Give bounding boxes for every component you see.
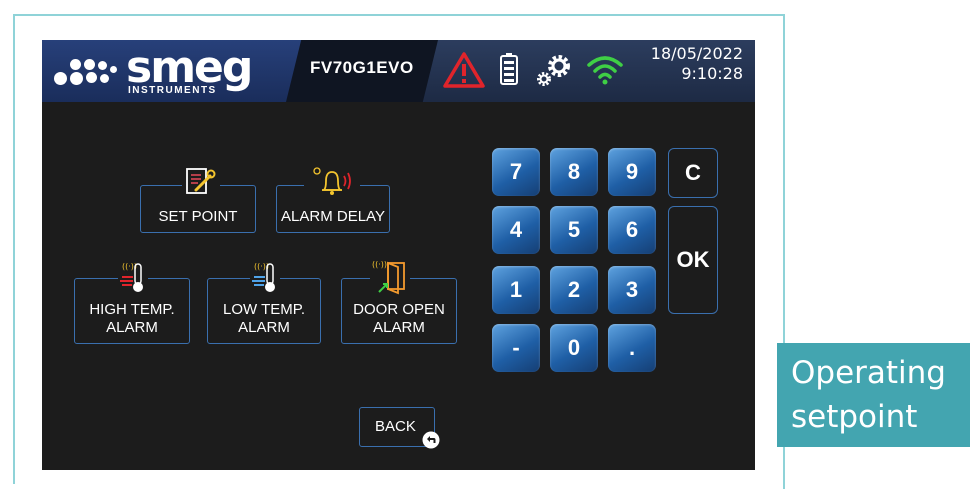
wifi-icon[interactable] <box>586 52 624 86</box>
low-temp-thermometer-icon: ((·)) <box>250 260 280 294</box>
key-5[interactable]: 5 <box>550 206 598 254</box>
key-2[interactable]: 2 <box>550 266 598 314</box>
battery-icon <box>500 53 518 85</box>
callout-line2: setpoint <box>791 399 918 435</box>
svg-text:((·)): ((·)) <box>372 260 387 269</box>
set-point-label: SET POINT <box>158 208 238 225</box>
ok-button[interactable]: OK <box>668 206 718 314</box>
door-open-label-line2: ALARM <box>373 319 425 336</box>
settings-document-icon <box>182 168 220 196</box>
device-screen: smeg INSTRUMENTS FV70G1EVO 18/05/2022 9:… <box>42 40 755 470</box>
low-temp-label-line2: ALARM <box>238 319 290 336</box>
low-temp-label-line1: LOW TEMP. <box>223 301 305 318</box>
high-temp-label-line1: HIGH TEMP. <box>89 301 175 318</box>
high-temp-thermometer-icon: ((·)) <box>118 260 148 294</box>
key-9[interactable]: 9 <box>608 148 656 196</box>
back-arrow-icon <box>422 431 440 449</box>
key-1[interactable]: 1 <box>492 266 540 314</box>
logo-subtitle: INSTRUMENTS <box>128 85 217 96</box>
door-open-icon: ((·)) <box>370 258 410 298</box>
time-text: 9:10:28 <box>681 64 743 83</box>
key-4[interactable]: 4 <box>492 206 540 254</box>
clear-button[interactable]: C <box>668 148 718 198</box>
key-0[interactable]: 0 <box>550 324 598 372</box>
datetime-display: 18/05/2022 9:10:28 <box>651 44 743 84</box>
key-7[interactable]: 7 <box>492 148 540 196</box>
callout-line1: Operating <box>791 355 946 391</box>
operating-setpoint-callout: Operating setpoint <box>777 343 970 447</box>
back-label: BACK <box>375 418 416 435</box>
high-temp-label-line2: ALARM <box>106 319 158 336</box>
bell-icon <box>304 166 360 196</box>
key-minus[interactable]: - <box>492 324 540 372</box>
date-text: 18/05/2022 <box>650 44 743 63</box>
settings-gears-icon[interactable] <box>535 52 575 88</box>
key-8[interactable]: 8 <box>550 148 598 196</box>
key-3[interactable]: 3 <box>608 266 656 314</box>
alarm-delay-label: ALARM DELAY <box>281 208 385 225</box>
key-dot[interactable]: . <box>608 324 656 372</box>
door-open-label-line1: DOOR OPEN <box>353 301 445 318</box>
model-name: FV70G1EVO <box>310 58 414 77</box>
header-bar: smeg INSTRUMENTS FV70G1EVO 18/05/2022 9:… <box>42 40 755 102</box>
alarm-warning-icon[interactable] <box>442 51 486 89</box>
key-6[interactable]: 6 <box>608 206 656 254</box>
